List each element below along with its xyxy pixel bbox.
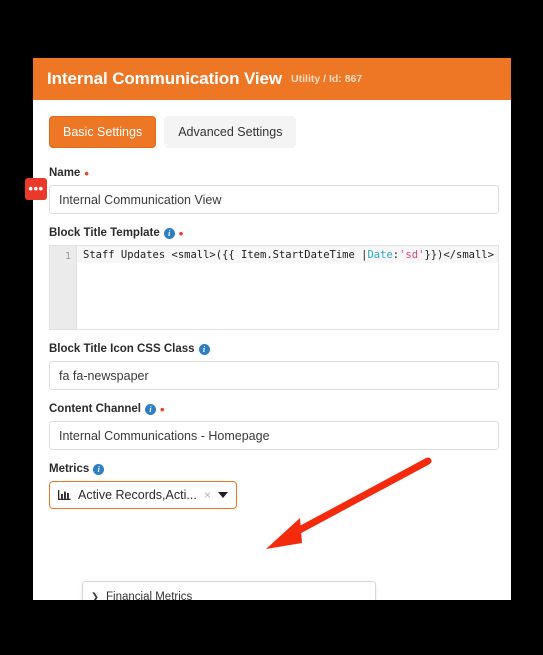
page-title: Internal Communication View: [47, 69, 283, 88]
tree-node-label: Financial Metrics: [106, 591, 193, 600]
field-metrics: Metrics i Active Records,Acti... ×: [33, 462, 511, 509]
label-block-title-template-text: Block Title Template: [49, 227, 160, 239]
field-block-title-icon-css-class: Block Title Icon CSS Class i: [33, 342, 511, 390]
tree-node-financial-metrics[interactable]: ❯ Financial Metrics: [83, 588, 375, 600]
block-title-icon-css-class-input[interactable]: [49, 361, 499, 390]
info-icon[interactable]: i: [145, 403, 156, 415]
code-editor[interactable]: 1 Staff Updates <small>({{ Item.StartDat…: [49, 245, 499, 330]
code-token-prefix: Staff Updates <small>({{ Item.StartDateT…: [83, 248, 368, 261]
code-gutter: 1: [50, 246, 77, 329]
tab-bar: Basic Settings Advanced Settings: [33, 116, 511, 148]
label-content-channel: Content Channel i •: [49, 402, 495, 416]
field-name: Name •: [33, 166, 511, 214]
clear-icon[interactable]: ×: [204, 489, 211, 501]
screenshot-stage: Internal Communication View Utility / Id…: [0, 0, 543, 655]
required-indicator: •: [160, 402, 165, 417]
card-header: Internal Communication View Utility / Id…: [33, 58, 511, 100]
info-icon[interactable]: i: [93, 463, 105, 475]
label-block-title-icon-css-class-text: Block Title Icon CSS Class: [49, 343, 195, 355]
label-name: Name •: [49, 166, 495, 180]
metrics-dropdown-panel[interactable]: ❯ Financial Metrics ⌄: [82, 581, 376, 600]
code-line-1: Staff Updates <small>({{ Item.StartDateT…: [77, 246, 498, 263]
label-block-title-icon-css-class: Block Title Icon CSS Class i: [49, 342, 495, 356]
metrics-combobox[interactable]: Active Records,Acti... ×: [49, 481, 237, 509]
label-block-title-template: Block Title Template i •: [49, 226, 495, 240]
page-subtitle: Utility / Id: 867: [291, 73, 363, 85]
label-name-text: Name: [49, 167, 81, 179]
ellipsis-icon: •••: [28, 181, 44, 196]
field-block-title-template: Block Title Template i • 1 Staff Updates…: [33, 226, 511, 330]
chevron-right-icon[interactable]: ❯: [90, 592, 100, 601]
settings-card: Internal Communication View Utility / Id…: [33, 58, 511, 600]
metrics-selected-value: Active Records,Acti...: [78, 488, 197, 502]
code-token-string: 'sd': [399, 248, 425, 261]
card-body: Basic Settings Advanced Settings Name • …: [33, 100, 511, 600]
block-options-tab[interactable]: •••: [25, 178, 47, 200]
tab-basic-settings[interactable]: Basic Settings: [49, 116, 157, 148]
label-metrics: Metrics i: [49, 462, 495, 476]
label-content-channel-text: Content Channel: [49, 403, 141, 415]
chevron-down-icon[interactable]: [218, 492, 228, 498]
required-indicator: •: [84, 166, 89, 181]
info-icon[interactable]: i: [198, 343, 210, 355]
info-icon[interactable]: i: [163, 227, 175, 239]
field-content-channel: Content Channel i •: [33, 402, 511, 450]
label-metrics-text: Metrics: [49, 463, 90, 475]
tab-advanced-settings[interactable]: Advanced Settings: [164, 116, 297, 148]
code-line-number: 1: [64, 251, 71, 262]
code-token-suffix: }})</small>: [424, 248, 494, 261]
content-channel-input[interactable]: [49, 421, 499, 450]
bar-chart-icon: [58, 489, 71, 501]
name-input[interactable]: [49, 185, 499, 214]
required-indicator: •: [178, 226, 184, 241]
code-token-filter: Date: [367, 248, 393, 261]
